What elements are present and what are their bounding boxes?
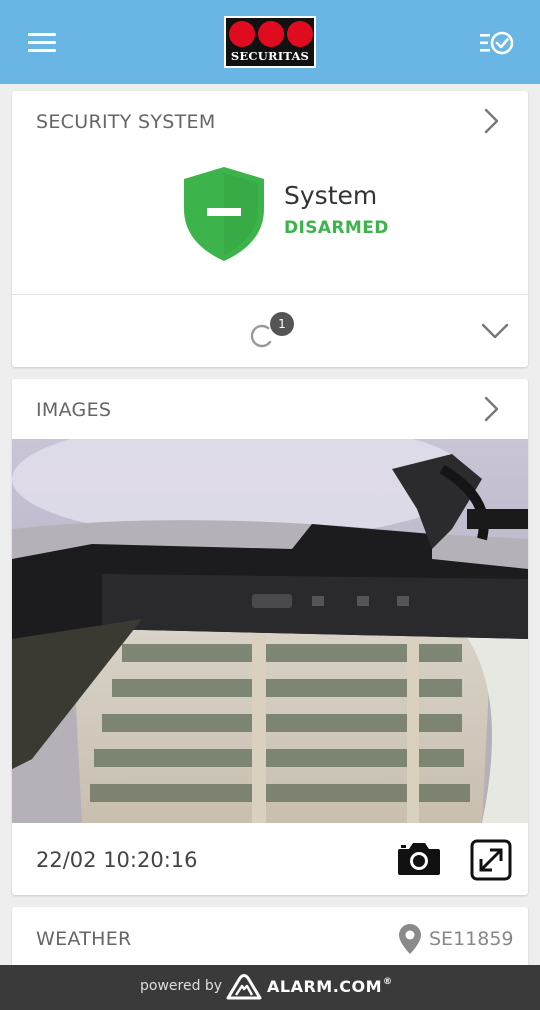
card-divider: [12, 294, 528, 295]
weather-card-title: WEATHER: [36, 928, 132, 950]
security-card-title: SECURITY SYSTEM: [36, 111, 216, 133]
hamburger-icon: [28, 33, 56, 52]
powered-by-text: powered by: [140, 978, 223, 994]
system-label: System: [284, 181, 378, 210]
chevron-down-icon: [481, 323, 509, 339]
images-card: IMAGES 22/02 10:20:16: [12, 379, 528, 895]
powered-by-footer: powered by ALARM.COM®: [0, 965, 540, 1010]
alarm-com-logo: [224, 972, 264, 1002]
alarm-com-wordmark: ALARM.COM®: [267, 977, 393, 996]
tasks-button[interactable]: [478, 28, 516, 58]
shield-disarmed-icon[interactable]: [180, 165, 268, 263]
take-snapshot-button[interactable]: [396, 839, 442, 879]
app-header: SECURITAS: [0, 0, 540, 84]
security-system-card: SECURITY SYSTEM System DISARMED 1: [12, 91, 528, 367]
chevron-right-icon: [484, 396, 499, 422]
menu-button[interactable]: [28, 33, 56, 53]
camera-icon: [398, 843, 440, 875]
securitas-logo: SECURITAS: [224, 16, 316, 68]
camera-snapshot[interactable]: [12, 439, 528, 823]
security-expand-button[interactable]: [480, 321, 510, 341]
trademark-symbol: ®: [383, 977, 393, 987]
chevron-right-icon: [484, 108, 499, 134]
location-pin-icon: [398, 923, 422, 955]
app-screen: SECURITAS SECURITY SYSTEM System DISARME…: [0, 0, 540, 1010]
images-card-title: IMAGES: [36, 399, 112, 421]
expand-icon: [470, 839, 512, 881]
list-check-icon: [480, 31, 514, 55]
sync-status[interactable]: 1: [246, 312, 298, 348]
image-timestamp: 22/02 10:20:16: [36, 848, 198, 872]
logo-text: SECURITAS: [230, 49, 310, 63]
expand-image-button[interactable]: [470, 839, 512, 881]
system-status: DISARMED: [284, 218, 389, 238]
alarm-com-brand: ALARM.COM: [267, 977, 383, 996]
security-open-button[interactable]: [482, 107, 502, 135]
images-open-button[interactable]: [482, 395, 502, 423]
sync-count-badge: 1: [270, 312, 294, 336]
weather-location: SE11859: [429, 928, 514, 950]
